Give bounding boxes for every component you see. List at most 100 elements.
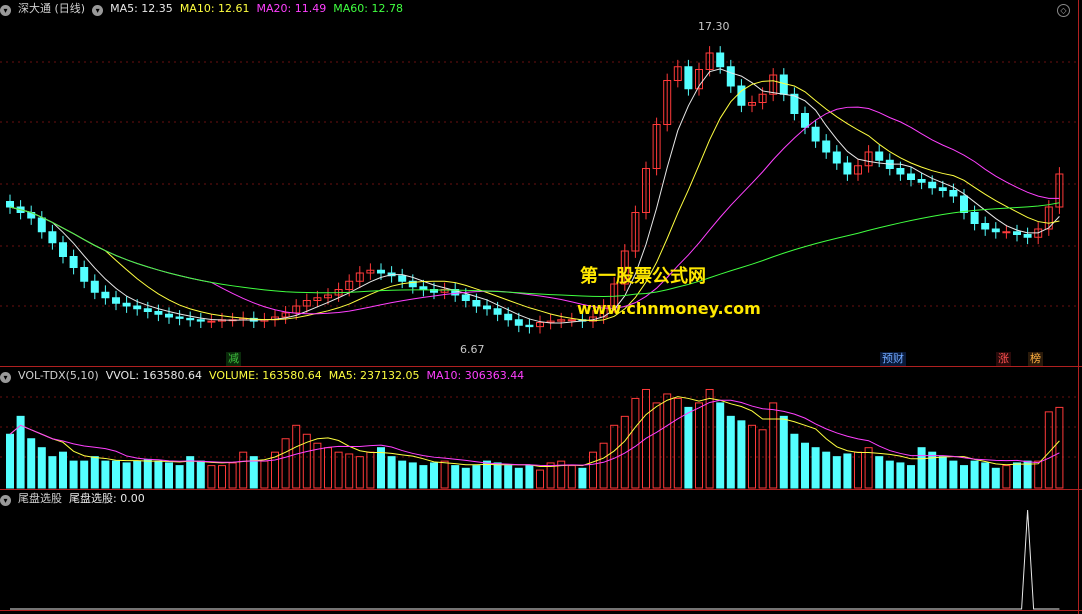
volume-bar [981,462,990,489]
candle-body [875,151,884,161]
volume-bar [133,460,142,489]
candle-body [514,319,523,326]
candle-body [843,162,852,175]
price-panel[interactable]: ▾ 深大通 (日线) ▾ MA5: 12.35 MA10: 12.61 MA20: 11.… [0,0,1082,366]
volume-bar [1034,460,1043,489]
volume-bar [652,402,661,489]
candle-body [154,311,163,315]
volume-bar [779,415,788,489]
vvol-label: VVOL: 163580.64 [105,369,203,382]
volume-bar [355,456,364,489]
volume-bar [324,447,332,489]
price-chart[interactable] [0,0,1082,366]
volume-panel[interactable]: ▾ VOL-TDX(5,10) VVOL: 163580.64 VOLUME: 163… [0,367,1082,489]
candle-body [949,190,958,197]
volume-bar [716,402,725,489]
volume-bar [663,393,672,489]
candle-body [59,242,67,257]
volume-bar [726,415,735,489]
candle-body [165,313,173,318]
ma20-line [9,106,1060,315]
volume-menu-icon[interactable]: ▾ [0,372,11,383]
candle-body [684,66,693,90]
watermark-url: www.chnmoney.com [577,299,761,318]
volume-bar [854,451,862,489]
volume-bar [419,465,428,489]
candle-body [525,324,534,328]
ma20-label: MA20: 11.49 [256,2,327,15]
volume-bar [907,465,915,489]
vol-ma10-label: MA10: 306363.44 [426,369,525,382]
flag-forecast[interactable]: 预财 [880,352,906,366]
volume-bar [864,447,873,489]
volume-bar [154,460,163,489]
volume-bar [430,462,438,489]
indicator-chart[interactable] [0,490,1082,614]
volume-bar [80,460,89,489]
expand-icon[interactable]: ◇ [1057,4,1070,17]
volume-bar [175,465,184,489]
volume-label: VOLUME: 163580.64 [209,369,322,382]
volume-bar [1055,406,1064,489]
indicator-menu-icon[interactable]: ▾ [0,495,11,506]
flag-rise[interactable]: 涨 [996,352,1011,366]
candle-body [461,294,470,301]
volume-bar [843,453,852,489]
volume-bar [281,438,290,489]
volume-bar [239,451,248,489]
volume-bar [440,460,449,489]
volume-bar [631,397,640,489]
volume-bar [377,447,385,489]
volume-chart[interactable] [0,367,1082,489]
vol-indicator-title: VOL-TDX(5,10) [18,369,99,382]
candle-body [48,231,57,244]
candle-body [981,223,990,230]
volume-bar [684,406,693,489]
indicator-title: 尾盘选股 [18,492,62,505]
indicator-value: 尾盘选股: 0.00 [69,492,145,505]
volume-bar [366,451,375,489]
high-price-label: 17.30 [698,20,730,33]
price-header: ▾ 深大通 (日线) ▾ MA5: 12.35 MA10: 12.61 MA20: 11.… [0,0,410,18]
ma60-line [9,202,1060,298]
volume-bar [408,462,417,489]
candle-body [504,313,513,321]
candle-body [1013,231,1021,235]
panel-menu-icon[interactable]: ▾ [0,5,11,16]
candle-body [90,280,99,293]
volume-bar [165,462,173,489]
volume-bar [949,460,958,489]
indicator-panel[interactable]: ▾ 尾盘选股 尾盘选股: 0.00 [0,490,1082,614]
candle-body [970,212,979,224]
volume-bar [345,453,354,489]
volume-bar [398,460,407,489]
candle-body [917,179,926,183]
volume-bar [758,429,767,489]
volume-bar [493,462,502,489]
volume-bar [599,442,608,489]
flag-list[interactable]: 榜 [1028,352,1043,366]
flag-reduce[interactable]: 减 [226,352,241,366]
candle-body [832,151,841,164]
volume-bar [228,462,237,489]
volume-bar [822,451,831,489]
volume-bar [737,420,746,489]
candle-body [196,319,205,322]
ma10-line [9,80,1060,322]
candle-body [896,168,905,175]
candle-body [1023,234,1032,238]
candle-body [726,66,735,87]
signal-line [10,509,1060,610]
volume-bar [101,460,110,489]
volume-bar [461,467,470,489]
volume-bar [207,465,216,489]
volume-bar [991,467,1000,489]
candle-body [716,52,725,68]
volume-bar [769,402,778,489]
chevron-down-icon[interactable]: ▾ [92,5,104,16]
candle-body [928,181,937,189]
volume-bar [1002,465,1011,489]
volume-bar [143,458,152,489]
volume-bar [483,460,491,489]
candle-body [175,316,184,319]
